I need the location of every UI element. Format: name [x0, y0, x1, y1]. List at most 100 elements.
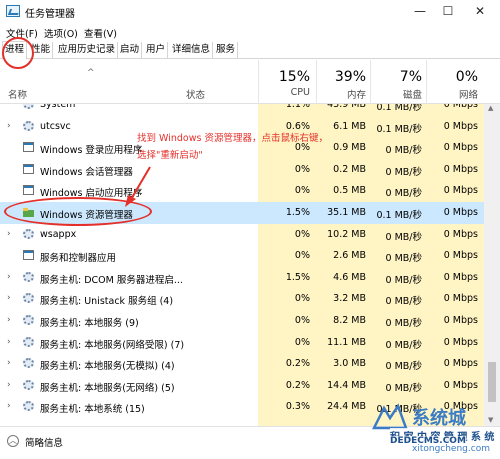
tab-strip: 进程 性能 应用历史记录 启动 用户 详细信息 服务 [0, 41, 500, 60]
process-name: 服务主机: 本地系统 (15) [40, 404, 145, 416]
column-divider [426, 60, 427, 104]
scroll-up-icon[interactable]: ▲ [488, 104, 493, 112]
memory-value: 3.2 MB [333, 293, 366, 305]
column-memory-label[interactable]: 内存 [318, 87, 366, 101]
expand-icon[interactable]: › [7, 380, 11, 390]
expand-icon[interactable]: › [7, 229, 11, 239]
task-manager-icon [6, 5, 20, 17]
column-disk-label[interactable]: 磁盘 [372, 87, 422, 101]
minimize-button[interactable]: — [408, 2, 432, 20]
process-name: Windows 会话管理器 [40, 166, 133, 178]
network-value: 0 Mbps [443, 120, 478, 132]
column-cpu-label[interactable]: CPU [262, 87, 310, 98]
annotation-arrow [125, 166, 151, 207]
network-value: 0 Mbps [443, 314, 478, 326]
column-name-label[interactable]: 名称 [8, 87, 27, 101]
chevron-up-icon[interactable]: ︿ [7, 435, 19, 447]
watermark-url: xitongcheng.com [412, 444, 490, 454]
tab-app-history[interactable]: 应用历史记录 [56, 42, 119, 59]
expand-icon[interactable]: › [7, 337, 11, 347]
network-value: 0 Mbps [443, 142, 478, 154]
network-value: 0 Mbps [443, 250, 478, 262]
tab-details[interactable]: 详细信息 [170, 42, 214, 59]
network-value: 0 Mbps [443, 228, 478, 240]
column-network-label[interactable]: 网络 [428, 87, 478, 101]
gear-icon [23, 314, 34, 325]
disk-value: 0 MB/秒 [385, 317, 422, 329]
process-name: 服务主机: 本地服务 (9) [40, 317, 139, 329]
watermark-brand: 系统城 [412, 408, 466, 429]
network-value: 0 Mbps [443, 271, 478, 283]
tab-startup[interactable]: 启动 [118, 42, 143, 59]
disk-total: 7% [399, 69, 422, 85]
process-name: wsappx [40, 228, 77, 240]
title-bar: 任务管理器 — ☐ ✕ [0, 0, 500, 24]
annotation-text: 找到 Windows 资源管理器，点击鼠标右键，选择"重新启动" [137, 133, 328, 161]
column-status-label[interactable]: 状态 [186, 87, 205, 101]
scrollbar-thumb[interactable] [488, 362, 496, 402]
network-value: 0 Mbps [443, 358, 478, 370]
column-header: ^ 名称 状态 15% CPU 39% 内存 7% 磁盘 0% 网络 [0, 60, 500, 104]
vertical-scrollbar[interactable]: ▲ ▼ [484, 104, 500, 426]
cpu-value: 0.3% [285, 401, 310, 413]
sort-up-icon[interactable]: ^ [87, 68, 95, 78]
cpu-value: 1.5% [285, 206, 310, 218]
menu-view[interactable]: 查看(V) [84, 26, 117, 40]
memory-value: 14.4 MB [327, 379, 366, 391]
process-name: utcsvc [40, 120, 71, 132]
memory-value: 4.6 MB [333, 271, 366, 283]
menu-options[interactable]: 选项(O) [44, 26, 78, 40]
fewer-details-link[interactable]: 简略信息 [25, 435, 63, 449]
table-row[interactable]: › 服务主机: 本地服务(无网络) (5) 0.2% 14.4 MB 0 MB/秒 0 M… [0, 375, 484, 397]
process-name: 服务主机: 本地服务(无模拟) (4) [40, 361, 175, 373]
process-name: 服务主机: DCOM 服务器进程启... [40, 274, 183, 286]
gear-icon [23, 358, 34, 369]
memory-value: 35.1 MB [327, 206, 366, 218]
memory-value: 11.1 MB [327, 336, 366, 348]
network-value: 0 Mbps [443, 185, 478, 197]
memory-value: 10.2 MB [327, 228, 366, 240]
maximize-button[interactable]: ☐ [436, 2, 460, 20]
table-row[interactable]: › wsappx 0% 10.2 MB 0 MB/秒 0 Mbps [0, 224, 484, 246]
disk-value: 0.1 MB/秒 [376, 123, 422, 135]
memory-value: 2.6 MB [333, 250, 366, 262]
cpu-value: 0% [294, 228, 310, 240]
cpu-value: 0% [294, 293, 310, 305]
network-value: 0 Mbps [443, 293, 478, 305]
memory-value: 3.0 MB [333, 358, 366, 370]
memory-total: 39% [334, 69, 366, 85]
column-divider [370, 60, 371, 104]
process-name: Windows 登录应用程序 [40, 145, 143, 157]
expand-icon[interactable]: › [7, 293, 11, 303]
disk-value: 0 MB/秒 [385, 188, 422, 200]
disk-value: 0 MB/秒 [385, 296, 422, 308]
cpu-value: 0% [294, 250, 310, 262]
gear-icon [23, 336, 34, 347]
tab-users[interactable]: 用户 [144, 42, 169, 59]
tab-services[interactable]: 服务 [214, 42, 239, 59]
gear-icon [23, 271, 34, 282]
gear-icon [23, 228, 34, 239]
table-row[interactable]: › 服务主机: Unistack 服务组 (4) 0% 3.2 MB 0 MB/秒 0 M… [0, 288, 484, 310]
table-row[interactable]: › 服务主机: 本地服务 (9) 0% 8.2 MB 0 MB/秒 0 Mbps [0, 310, 484, 332]
expand-icon[interactable]: › [7, 358, 11, 368]
cpu-value: 0.2% [285, 379, 310, 391]
network-value: 0 Mbps [443, 379, 478, 391]
disk-value: 0 MB/秒 [385, 231, 422, 243]
expand-icon[interactable]: › [7, 315, 11, 325]
memory-value: 0.2 MB [333, 163, 366, 175]
close-button[interactable]: ✕ [468, 2, 492, 20]
table-row[interactable]: › 服务主机: DCOM 服务器进程启... 1.5% 4.6 MB 0 MB/秒 0 M… [0, 267, 484, 289]
memory-value: 8.2 MB [333, 314, 366, 326]
expand-icon[interactable]: › [7, 121, 11, 131]
window-title: 任务管理器 [25, 9, 75, 20]
cpu-value: 0.2% [285, 358, 310, 370]
expand-icon[interactable]: › [7, 401, 11, 411]
table-row[interactable]: › 服务主机: 本地服务(无模拟) (4) 0.2% 3.0 MB 0 MB/秒 0 Mb… [0, 353, 484, 375]
network-value: 0 Mbps [443, 336, 478, 348]
table-row[interactable]: › 服务主机: 本地服务(网络受限) (7) 0% 11.1 MB 0 MB/秒 0 Mb… [0, 332, 484, 354]
expand-icon[interactable]: › [7, 272, 11, 282]
disk-value: 0 MB/秒 [385, 339, 422, 351]
table-row[interactable]: 服务和控制器应用 0% 2.6 MB 0 MB/秒 0 Mbps [0, 245, 484, 267]
gear-icon [23, 401, 34, 412]
